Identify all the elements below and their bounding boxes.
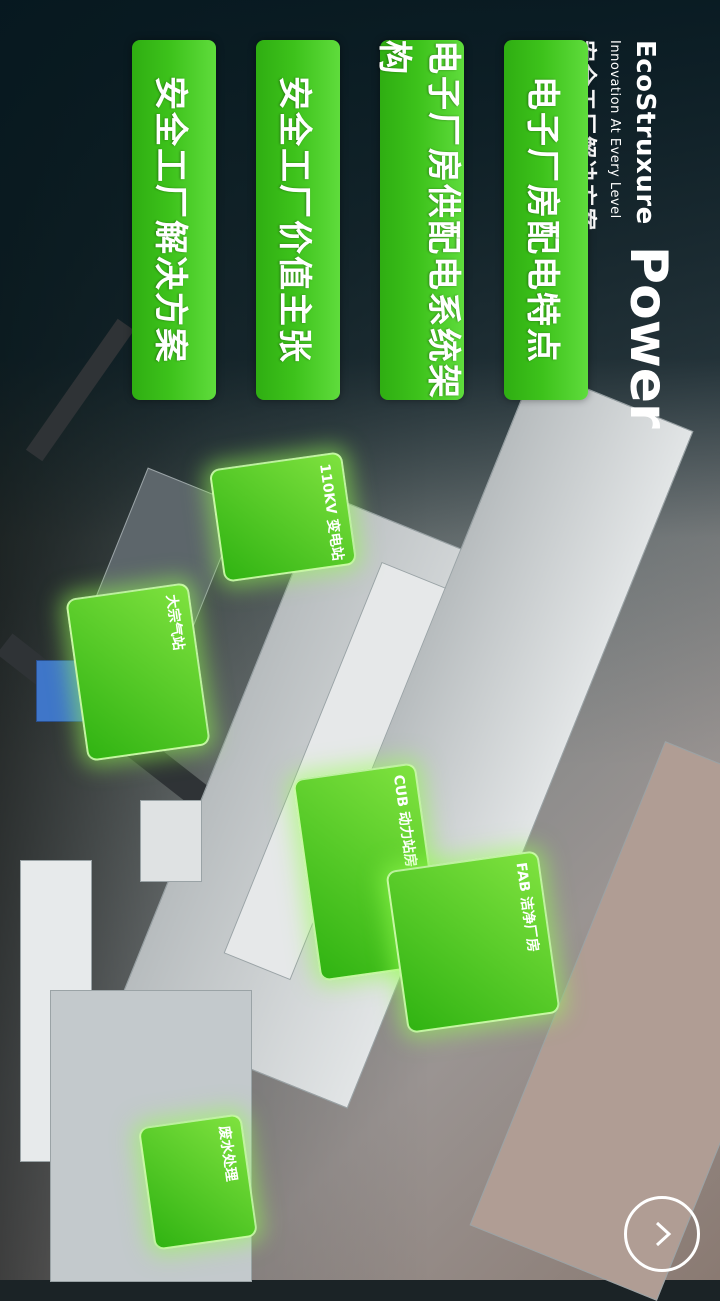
product-name: Power xyxy=(618,245,678,429)
menu-button-label: 电子厂房供配电系统架构 xyxy=(374,40,463,400)
menu-button-distribution-features[interactable]: 电子厂房配电特点 xyxy=(504,40,588,400)
hotspot-fab-cleanroom[interactable]: FAB 洁净厂房 xyxy=(385,850,561,1034)
hotspot-label: 110KV 变电站 xyxy=(316,462,346,562)
menu-button-label: 安全工厂价值主张 xyxy=(274,76,315,364)
menu-button-value-proposition[interactable]: 安全工厂价值主张 xyxy=(256,40,340,400)
hotspot-label: FAB 洁净厂房 xyxy=(512,861,541,954)
hotspot-label: CUB 动力站房 xyxy=(389,773,419,869)
hotspot-substation[interactable]: 110KV 变电站 xyxy=(208,451,358,583)
menu-button-solution[interactable]: 安全工厂解决方案 xyxy=(132,40,216,400)
menu-button-system-architecture[interactable]: 电子厂房供配电系统架构 xyxy=(374,40,464,400)
menu-button-label: 电子厂房配电特点 xyxy=(522,76,563,364)
hotspot-label: 大宗气站 xyxy=(162,593,187,652)
scroll-top-button[interactable] xyxy=(624,1196,700,1272)
ecostruxure-logo: EcoStruxure xyxy=(630,40,660,225)
hotspot-label: 废水处理 xyxy=(215,1124,240,1183)
menu-button-label: 安全工厂解决方案 xyxy=(150,76,191,364)
hotspot-bulk-gas-station[interactable]: 大宗气站 xyxy=(65,582,211,762)
hotspot-wastewater[interactable]: 废水处理 xyxy=(137,1113,259,1251)
landscape-ui-layer: EcoStruxure Power Innovation At Every Le… xyxy=(0,0,720,1280)
chevron-up-icon xyxy=(655,1221,672,1247)
